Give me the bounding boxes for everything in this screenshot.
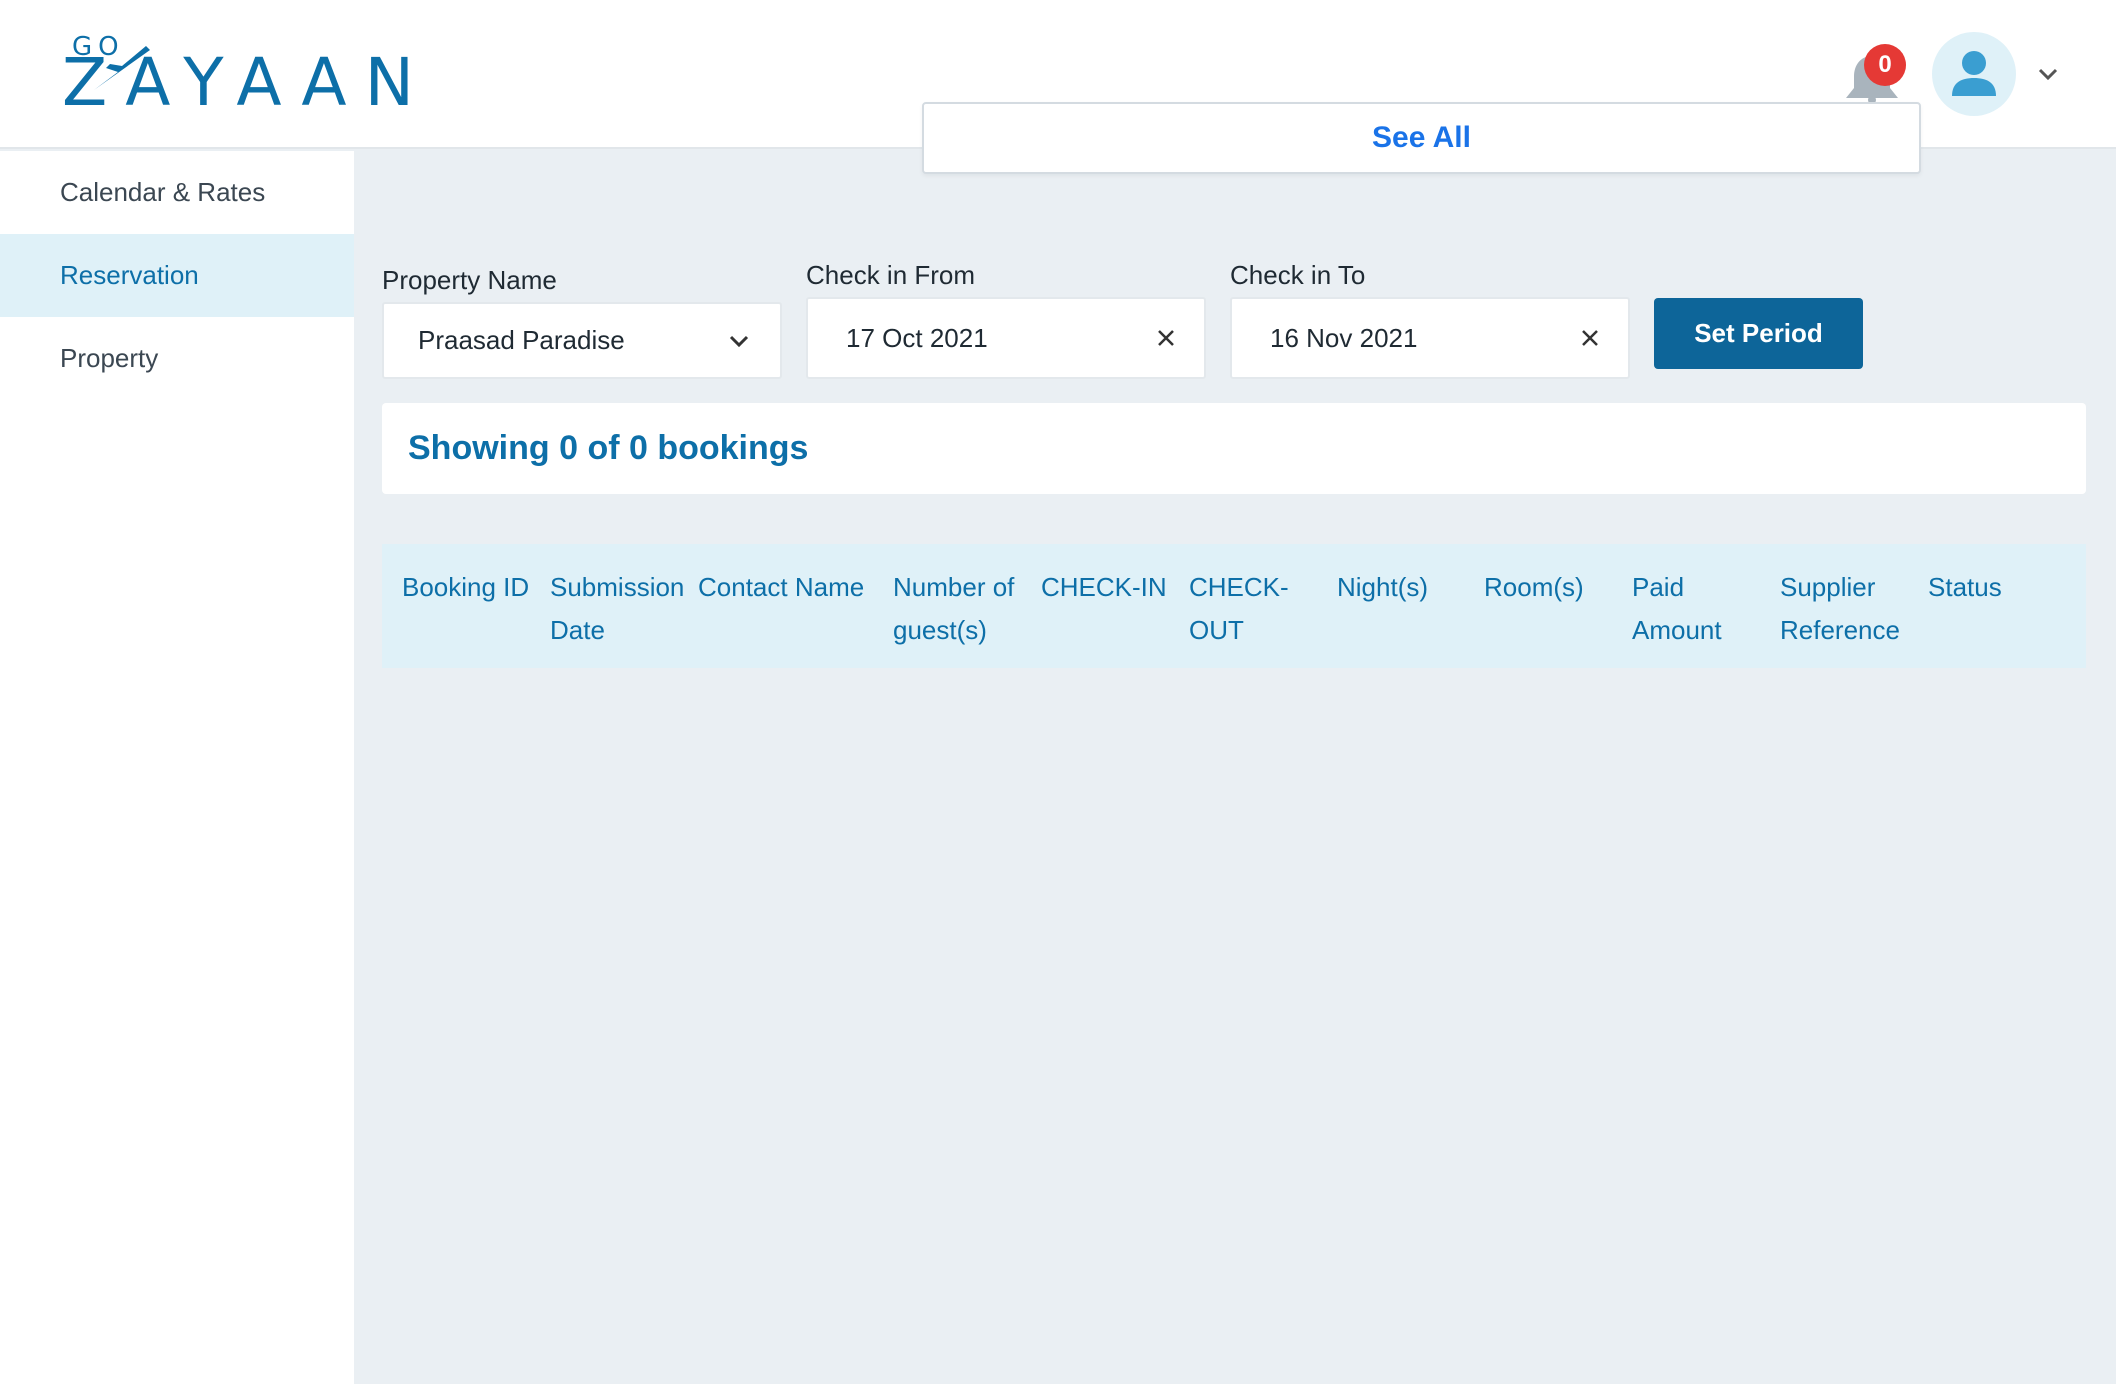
close-icon xyxy=(1582,330,1598,346)
property-select-value: Praasad Paradise xyxy=(418,325,625,355)
column-header-check-in[interactable]: CHECK-IN xyxy=(1041,566,1181,609)
column-header-booking-id[interactable]: Booking ID xyxy=(402,566,542,609)
see-all-link[interactable]: See All xyxy=(1372,121,1471,155)
check-in-from-field[interactable]: 17 Oct 2021 xyxy=(806,297,1206,379)
column-header-guests[interactable]: Number of guest(s) xyxy=(893,566,1033,652)
column-header-supplier-reference[interactable]: Supplier Reference xyxy=(1780,566,1910,652)
check-in-to-value: 16 Nov 2021 xyxy=(1270,322,1418,353)
clear-check-in-from-button[interactable] xyxy=(1146,318,1186,358)
sidebar-item-label: Property xyxy=(60,343,159,373)
clear-check-in-to-button[interactable] xyxy=(1570,318,1610,358)
notifications-dropdown: See All xyxy=(922,102,1921,174)
check-in-from-value: 17 Oct 2021 xyxy=(846,322,988,353)
column-header-check-out[interactable]: CHECK-OUT xyxy=(1189,566,1289,652)
bookings-summary: Showing 0 of 0 bookings xyxy=(382,403,2086,494)
bookings-count-text: Showing 0 of 0 bookings xyxy=(408,429,809,467)
sidebar-item-label: Calendar & Rates xyxy=(60,177,266,207)
column-header-paid-amount[interactable]: Paid Amount xyxy=(1632,566,1742,652)
sidebar-item-property[interactable]: Property xyxy=(0,317,354,400)
close-icon xyxy=(1158,330,1174,346)
column-header-submission-date[interactable]: Submission Date xyxy=(550,566,690,652)
check-in-to-field[interactable]: 16 Nov 2021 xyxy=(1230,297,1630,379)
property-select[interactable]: Praasad Paradise xyxy=(382,302,782,379)
column-header-status[interactable]: Status xyxy=(1928,566,2068,609)
sidebar-item-reservation[interactable]: Reservation xyxy=(0,234,354,317)
check-in-from-label: Check in From xyxy=(806,260,976,290)
check-in-to-label: Check in To xyxy=(1230,260,1366,290)
logo-text: ZAYAAN xyxy=(62,44,432,121)
sidebar-item-calendar-rates[interactable]: Calendar & Rates xyxy=(0,151,354,234)
column-header-rooms[interactable]: Room(s) xyxy=(1484,566,1624,609)
chevron-down-icon[interactable] xyxy=(2034,60,2062,88)
sidebar: Calendar & Rates Reservation Property xyxy=(0,151,354,1384)
set-period-button[interactable]: Set Period xyxy=(1654,298,1863,369)
user-avatar[interactable] xyxy=(1932,32,2016,116)
user-icon xyxy=(1952,51,1996,96)
property-name-label: Property Name xyxy=(382,265,557,295)
logo[interactable]: GO ZAYAAN xyxy=(62,30,414,116)
chevron-down-icon xyxy=(729,335,749,347)
bookings-table-header: Booking ID Submission Date Contact Name … xyxy=(382,544,2086,668)
column-header-contact-name[interactable]: Contact Name xyxy=(698,566,888,609)
column-header-nights[interactable]: Night(s) xyxy=(1337,566,1477,609)
notification-badge: 0 xyxy=(1864,44,1906,86)
sidebar-item-label: Reservation xyxy=(60,260,199,290)
